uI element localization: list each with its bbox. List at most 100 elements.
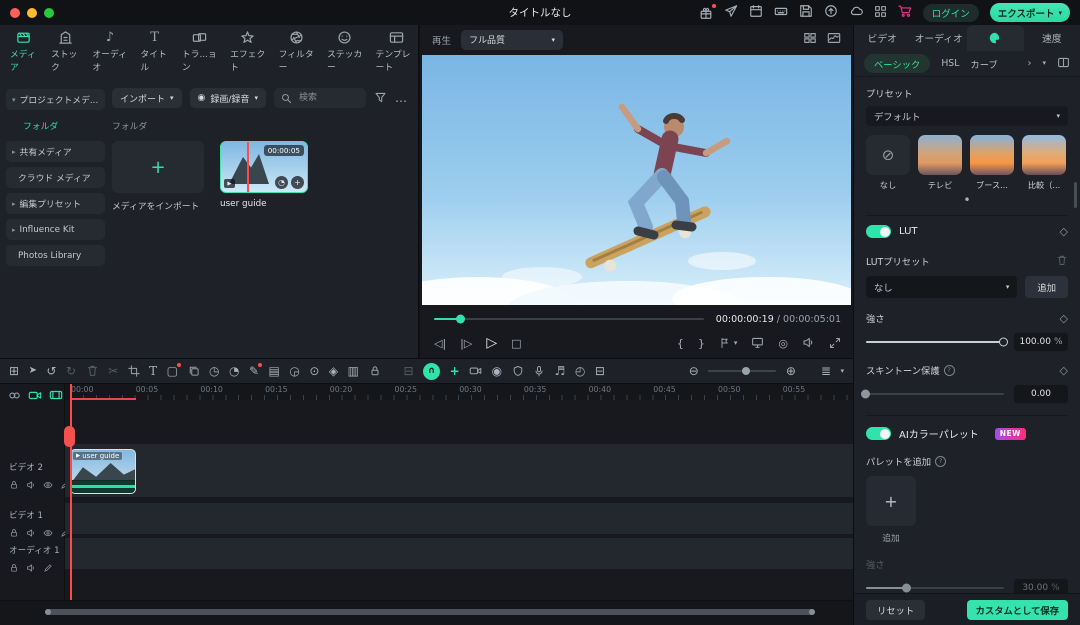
- auto-ripple-icon[interactable]: +: [450, 365, 460, 377]
- quality-dropdown[interactable]: フル品質▾: [461, 30, 563, 50]
- apps-grid-icon[interactable]: [874, 3, 887, 22]
- split-scissors-icon[interactable]: ✂: [108, 365, 118, 377]
- snapping-toggle-icon[interactable]: ∩: [423, 363, 440, 380]
- filter-funnel-icon[interactable]: [374, 89, 387, 108]
- volume-icon[interactable]: [802, 334, 815, 353]
- second-screen-icon[interactable]: [751, 334, 764, 353]
- tab-color[interactable]: [967, 25, 1024, 51]
- timer-icon[interactable]: ◶: [289, 365, 299, 377]
- timeline-zoom-slider[interactable]: [708, 370, 776, 372]
- sidebar-item-photos-library[interactable]: Photos Library: [6, 245, 105, 266]
- clip-thumbnail[interactable]: 00:00:05 ▶ ◔ +: [220, 141, 308, 193]
- track-lane-video1[interactable]: [65, 503, 853, 534]
- zoom-slider-handle[interactable]: [742, 367, 750, 375]
- cart-icon[interactable]: [898, 3, 912, 22]
- next-frame-button[interactable]: |▷: [460, 338, 472, 349]
- tab-speed[interactable]: 速度: [1024, 25, 1080, 51]
- track-lock-icon[interactable]: [9, 523, 19, 542]
- render-preview-icon[interactable]: ▥: [348, 365, 359, 377]
- tab-effects[interactable]: エフェクト: [230, 30, 266, 73]
- record-camera-icon[interactable]: [469, 362, 482, 381]
- timeline-clip[interactable]: ▶user guide: [70, 449, 136, 494]
- marker-button[interactable]: ▾: [719, 334, 738, 353]
- video-viewport[interactable]: [422, 55, 851, 305]
- tab-transition[interactable]: トラ...ョン: [182, 30, 217, 73]
- layout-grid-icon[interactable]: [803, 30, 817, 49]
- sidebar-item-cloud-media[interactable]: クラウド メディア: [6, 167, 105, 188]
- motion-tracking-icon[interactable]: ⊙: [309, 365, 319, 377]
- playhead-line[interactable]: [70, 384, 72, 600]
- track-hide-icon[interactable]: [43, 475, 53, 494]
- tab-templates[interactable]: テンプレート: [376, 30, 418, 73]
- tab-audio[interactable]: ♪オーディオ: [92, 30, 127, 73]
- undo-icon[interactable]: ↺: [46, 365, 56, 377]
- preset-item-compare[interactable]: 比較（...: [1022, 135, 1066, 191]
- lut-strength-slider[interactable]: [866, 341, 1004, 344]
- lut-strength-keyframe-icon[interactable]: ◇: [1060, 312, 1068, 325]
- media-clip-card[interactable]: 00:00:05 ▶ ◔ + user guide: [220, 141, 308, 212]
- preset-item-boost[interactable]: ブース...: [970, 135, 1014, 191]
- play-button[interactable]: ▷: [486, 336, 497, 350]
- lut-strength-value[interactable]: 100.00%: [1014, 333, 1068, 351]
- subtab-curves[interactable]: カーブ: [970, 57, 997, 71]
- track-lock-icon[interactable]: [9, 475, 19, 494]
- lut-delete-icon[interactable]: [1056, 251, 1068, 270]
- search-box[interactable]: [274, 88, 366, 108]
- delete-icon[interactable]: [86, 362, 99, 381]
- stop-button[interactable]: □: [511, 338, 521, 349]
- close-button[interactable]: [10, 8, 20, 18]
- track-lane-audio1[interactable]: [65, 538, 853, 569]
- preset-page-dot[interactable]: •: [866, 194, 1068, 206]
- lut-toggle[interactable]: [866, 225, 891, 238]
- text-tool-icon[interactable]: T: [149, 365, 157, 377]
- tab-audio[interactable]: オーディオ: [911, 25, 968, 51]
- tab-video[interactable]: ビデオ: [854, 25, 911, 51]
- ai-tools-icon[interactable]: ✎: [249, 365, 259, 377]
- insert-marker-icon[interactable]: ⊟: [404, 365, 414, 377]
- preset-dropdown[interactable]: デフォルト ▾: [866, 106, 1068, 126]
- lut-skin-keyframe-icon[interactable]: ◇: [1060, 364, 1068, 377]
- workspace-layout-icon[interactable]: ⊞: [9, 365, 19, 377]
- track-pen-icon[interactable]: [43, 558, 53, 577]
- zoom-out-icon[interactable]: ⊖: [689, 365, 699, 377]
- lut-add-button[interactable]: 追加: [1025, 276, 1068, 298]
- media-lock-icon[interactable]: [369, 362, 381, 381]
- mark-out-button[interactable]: }: [698, 338, 705, 349]
- mark-in-button[interactable]: {: [677, 338, 684, 349]
- ai-strength-value[interactable]: 30.00%: [1014, 579, 1068, 593]
- preset-item-tv[interactable]: テレビ: [918, 135, 962, 191]
- add-to-timeline-button[interactable]: +: [291, 176, 304, 189]
- keyboard-shortcut-icon[interactable]: [774, 3, 788, 22]
- speed-icon[interactable]: ◷: [209, 365, 219, 377]
- scrubber-handle[interactable]: [456, 315, 465, 324]
- playhead-handle[interactable]: [64, 426, 75, 447]
- mask-icon[interactable]: ▢: [167, 365, 178, 377]
- ai-palette-toggle[interactable]: [866, 427, 891, 440]
- subtab-scroll-right-icon[interactable]: ›: [1027, 59, 1031, 69]
- track-lane-video2[interactable]: [65, 444, 853, 497]
- lut-skin-slider[interactable]: [866, 393, 1004, 396]
- link-clips-icon[interactable]: [8, 387, 21, 406]
- track-lock-icon[interactable]: [9, 558, 19, 577]
- share-icon[interactable]: [724, 3, 738, 22]
- screen-record-icon[interactable]: ◉: [492, 365, 502, 377]
- tab-titles[interactable]: Tタイトル: [140, 30, 168, 73]
- track-manager-icon[interactable]: ≣: [821, 365, 831, 377]
- gift-icon[interactable]: [699, 6, 713, 20]
- tab-media[interactable]: メディア: [10, 30, 38, 73]
- sidebar-item-project-media[interactable]: ▾プロジェクトメデ...: [6, 89, 105, 110]
- chroma-key-icon[interactable]: ◔: [229, 365, 239, 377]
- media-sync-icon[interactable]: ◴: [575, 365, 585, 377]
- audio-mixer-icon[interactable]: ♬: [555, 365, 566, 377]
- sidebar-item-influence-kit[interactable]: ▸Influence Kit: [6, 219, 105, 240]
- select-tool-icon[interactable]: ➤: [29, 366, 37, 376]
- timeline-horizontal-scrollbar[interactable]: [45, 609, 815, 615]
- keyframe-icon[interactable]: ◈: [329, 365, 338, 377]
- subtab-hsl[interactable]: HSL: [941, 58, 959, 69]
- minimize-button[interactable]: [27, 8, 37, 18]
- schedule-icon[interactable]: [749, 3, 763, 22]
- search-input[interactable]: [297, 92, 359, 104]
- export-button[interactable]: エクスポート ▾: [990, 3, 1070, 22]
- track-hide-icon[interactable]: [43, 523, 53, 542]
- save-as-custom-button[interactable]: カスタムとして保存: [967, 600, 1068, 620]
